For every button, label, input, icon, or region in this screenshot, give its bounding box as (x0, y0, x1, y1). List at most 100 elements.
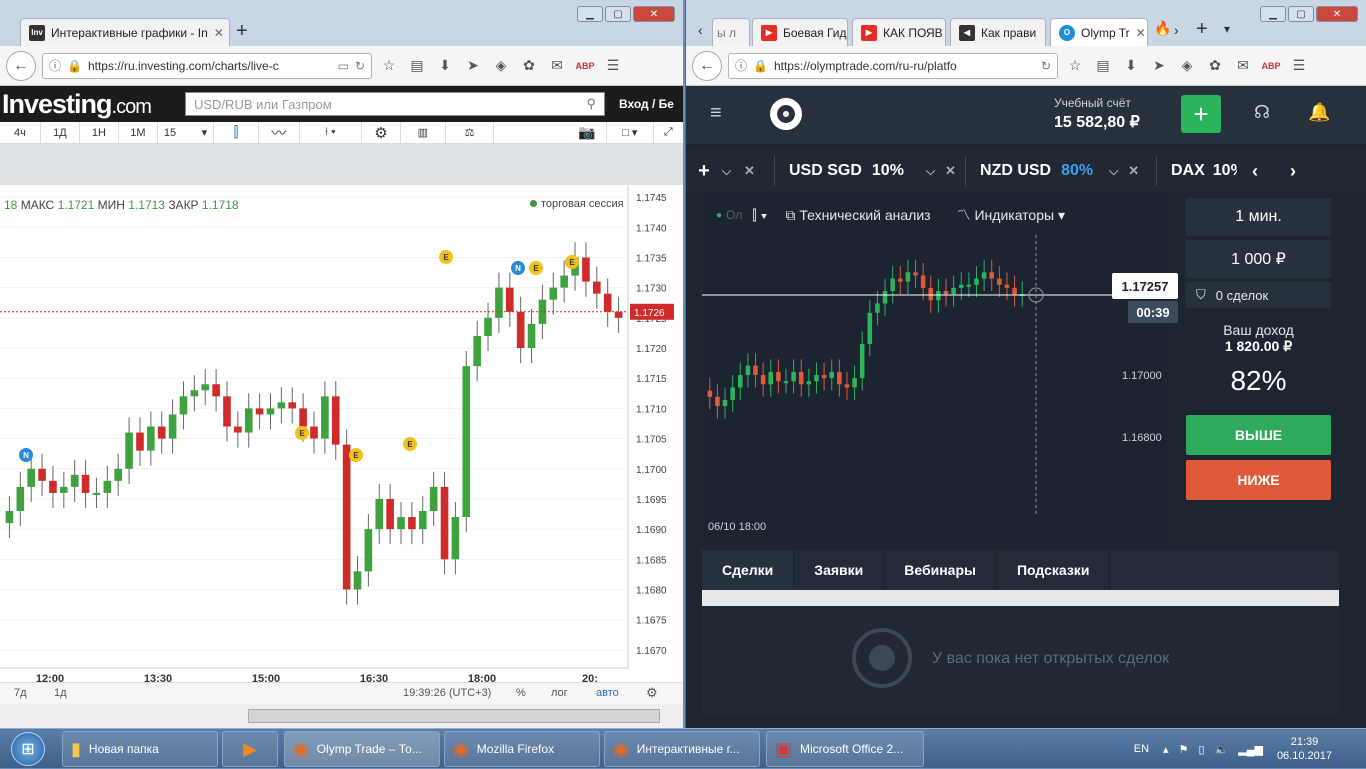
send-icon[interactable]: ➤ (462, 57, 484, 74)
bookmarks-list-icon[interactable]: ▤ (1092, 57, 1114, 74)
adblock-icon[interactable]: ABP (1260, 61, 1282, 71)
tab-howto[interactable]: ◀ Как прави (950, 18, 1046, 46)
bookmarks-list-icon[interactable]: ▤ (406, 57, 428, 74)
duration-select[interactable]: 1 мин. (1186, 198, 1331, 236)
range-7d[interactable]: 7д (14, 687, 27, 699)
reload-icon[interactable]: ↻ (1041, 59, 1051, 73)
assets-scroll-right-icon[interactable]: › (1273, 161, 1313, 182)
compare-scales-icon[interactable]: ⚖ (446, 121, 495, 144)
taskbar-media[interactable]: ▶ (222, 731, 278, 767)
menu-icon[interactable]: ☰ (602, 57, 624, 74)
tab-deals[interactable]: Сделки (702, 550, 795, 590)
bookmark-star-icon[interactable]: ☆ (378, 57, 400, 74)
higher-button[interactable]: ВЫШЕ (1186, 415, 1331, 455)
menu-icon[interactable]: ☰ (1288, 57, 1310, 74)
send-icon[interactable]: ➤ (1148, 57, 1170, 74)
range-1d[interactable]: 1д (54, 687, 67, 699)
maximize-icon[interactable]: ▢ (605, 6, 631, 22)
back-icon[interactable]: ← (6, 50, 36, 81)
account-block[interactable]: Учебный счёт 15 582,80 ₽ (1054, 96, 1140, 132)
reload-icon[interactable]: ↻ (355, 59, 365, 73)
deposit-plus-button[interactable]: + (1181, 95, 1221, 133)
percent-toggle[interactable]: % (516, 687, 526, 699)
url-bar[interactable]: ⓘ 🔒 https://olymptrade.com/ru-ru/platfo … (728, 52, 1058, 79)
line-chart-icon[interactable]: 〰 (259, 121, 300, 144)
asset-tab-nzdusd[interactable]: NZD USD 80% ⌵ ✕ (966, 162, 1156, 180)
reader-icon[interactable]: ▭ (338, 59, 349, 73)
timeframe-1d[interactable]: 1Д (41, 121, 80, 144)
tab-olymp[interactable]: O Olymp Tr ✕ (1050, 18, 1148, 46)
taskbar-office[interactable]: ▣ Microsoft Office 2... (766, 731, 924, 767)
download-icon[interactable]: ⬇ (1120, 57, 1142, 74)
lower-button[interactable]: НИЖЕ (1186, 460, 1331, 500)
pocket-icon[interactable]: ◈ (1176, 57, 1198, 74)
close-asset-icon[interactable]: ✕ (1128, 163, 1139, 179)
start-button[interactable]: ⊞ (3, 730, 53, 768)
fullscreen-icon[interactable]: ⤢ (654, 122, 683, 144)
language-indicator[interactable]: EN (1134, 743, 1149, 755)
close-window-icon[interactable]: ✕ (633, 6, 675, 22)
indicators-icon[interactable]: ▥ (401, 121, 446, 144)
interval-select[interactable]: 15 ▾ (158, 121, 215, 144)
tab-webinars[interactable]: Вебинары (884, 550, 997, 590)
layout-select-icon[interactable]: □ ▾ (607, 121, 654, 144)
taskbar-firefox[interactable]: ◉ Mozilla Firefox (444, 731, 600, 767)
close-tab-icon[interactable]: ✕ (214, 26, 224, 40)
maximize-icon[interactable]: ▢ (1288, 6, 1314, 22)
assets-scroll-left-icon[interactable]: ‹ (1237, 161, 1273, 182)
timeframe-1m[interactable]: 1М (119, 121, 158, 144)
volume-icon[interactable]: 🔈 (1215, 743, 1229, 756)
candle-type-icon[interactable]: ⫿ ▾ (752, 207, 767, 224)
new-tab-icon[interactable]: + (236, 20, 248, 43)
timeframe-4h[interactable]: 4ч (0, 121, 41, 144)
investing-chart[interactable]: 1.17451.17401.17351.17301.17251.17201.17… (0, 185, 683, 705)
asset-tab-usdsgd[interactable]: USD SGD 10% ⌵ ✕ (775, 162, 965, 180)
list-tabs-icon[interactable]: ▾ (1224, 22, 1230, 36)
tab-investing[interactable]: Inv Интерактивные графики - In ✕ (20, 18, 230, 46)
bookmark-star-icon[interactable]: ☆ (1064, 57, 1086, 74)
close-window-icon[interactable]: ✕ (1316, 6, 1358, 22)
flag-icon[interactable]: ⚑ (1179, 743, 1189, 756)
tab-hints[interactable]: Подсказки (997, 550, 1111, 590)
search-input[interactable]: USD/RUB или Газпром ⚲ (185, 92, 605, 116)
login-link[interactable]: Вход / Бе (619, 97, 674, 111)
horizontal-scrollbar[interactable] (0, 704, 683, 728)
new-tab-icon[interactable]: + (1196, 18, 1208, 41)
network-icon[interactable]: ▂▄▆ (1238, 743, 1263, 756)
olymp-chart[interactable]: 1.17000 1.16800 ● Ол ⫿ ▾ ⧉ Технический ан… (702, 195, 1178, 540)
hamburger-icon[interactable]: ≡ (710, 102, 722, 125)
download-icon[interactable]: ⬇ (434, 57, 456, 74)
tab-youtube-1[interactable]: ▶ Боевая Гид (752, 18, 848, 46)
deals-counter[interactable]: ⛉ 0 сделок (1186, 282, 1331, 308)
extension-icon[interactable]: ✿ (518, 57, 540, 74)
amount-input[interactable]: 1 000 ₽ (1186, 240, 1331, 278)
settings-gear-icon[interactable]: ⚙ (362, 121, 401, 144)
search-icon[interactable]: ⚲ (586, 96, 596, 112)
investing-logo[interactable]: Investing.com (0, 89, 185, 120)
taskbar-investing[interactable]: ◉ Интерактивные г... (604, 731, 760, 767)
olymp-logo-icon[interactable] (770, 98, 802, 130)
url-bar[interactable]: ⓘ 🔒 https://ru.investing.com/charts/live… (42, 52, 372, 79)
indicators-button[interactable]: 〽 Индикаторы ▾ (957, 205, 1065, 225)
tab-orders[interactable]: Заявки (794, 550, 885, 590)
log-toggle[interactable]: лог (551, 687, 568, 699)
tabs-scroll-right-icon[interactable]: › (1174, 22, 1179, 38)
clock[interactable]: 21:39 06.10.2017 (1277, 735, 1332, 763)
mail-icon[interactable]: ✉ (546, 57, 568, 74)
add-asset-icon[interactable]: + (686, 160, 722, 183)
close-tab-icon[interactable]: ✕ (1136, 26, 1146, 40)
taskbar-olymp[interactable]: ◉ Olymp Trade – То... (284, 731, 440, 767)
technical-analysis-button[interactable]: ⧉ Технический анализ (785, 207, 930, 224)
scrollbar-thumb[interactable] (248, 709, 660, 723)
mail-icon[interactable]: ✉ (1232, 57, 1254, 74)
tray-expand-icon[interactable]: ▴ (1163, 743, 1169, 756)
back-icon[interactable]: ← (692, 50, 722, 81)
minimize-icon[interactable]: ▁ (577, 6, 603, 22)
adblock-icon[interactable]: ABP (574, 61, 596, 71)
tabs-scroll-left-icon[interactable]: ‹ (698, 22, 703, 38)
tab-partial[interactable]: ы л (712, 18, 750, 46)
timeframe-1w[interactable]: 1Н (80, 121, 119, 144)
chevron-down-icon[interactable]: ⌵ (722, 164, 744, 179)
pocket-icon[interactable]: ◈ (490, 57, 512, 74)
support-headset-icon[interactable]: ☊ (1254, 102, 1270, 123)
